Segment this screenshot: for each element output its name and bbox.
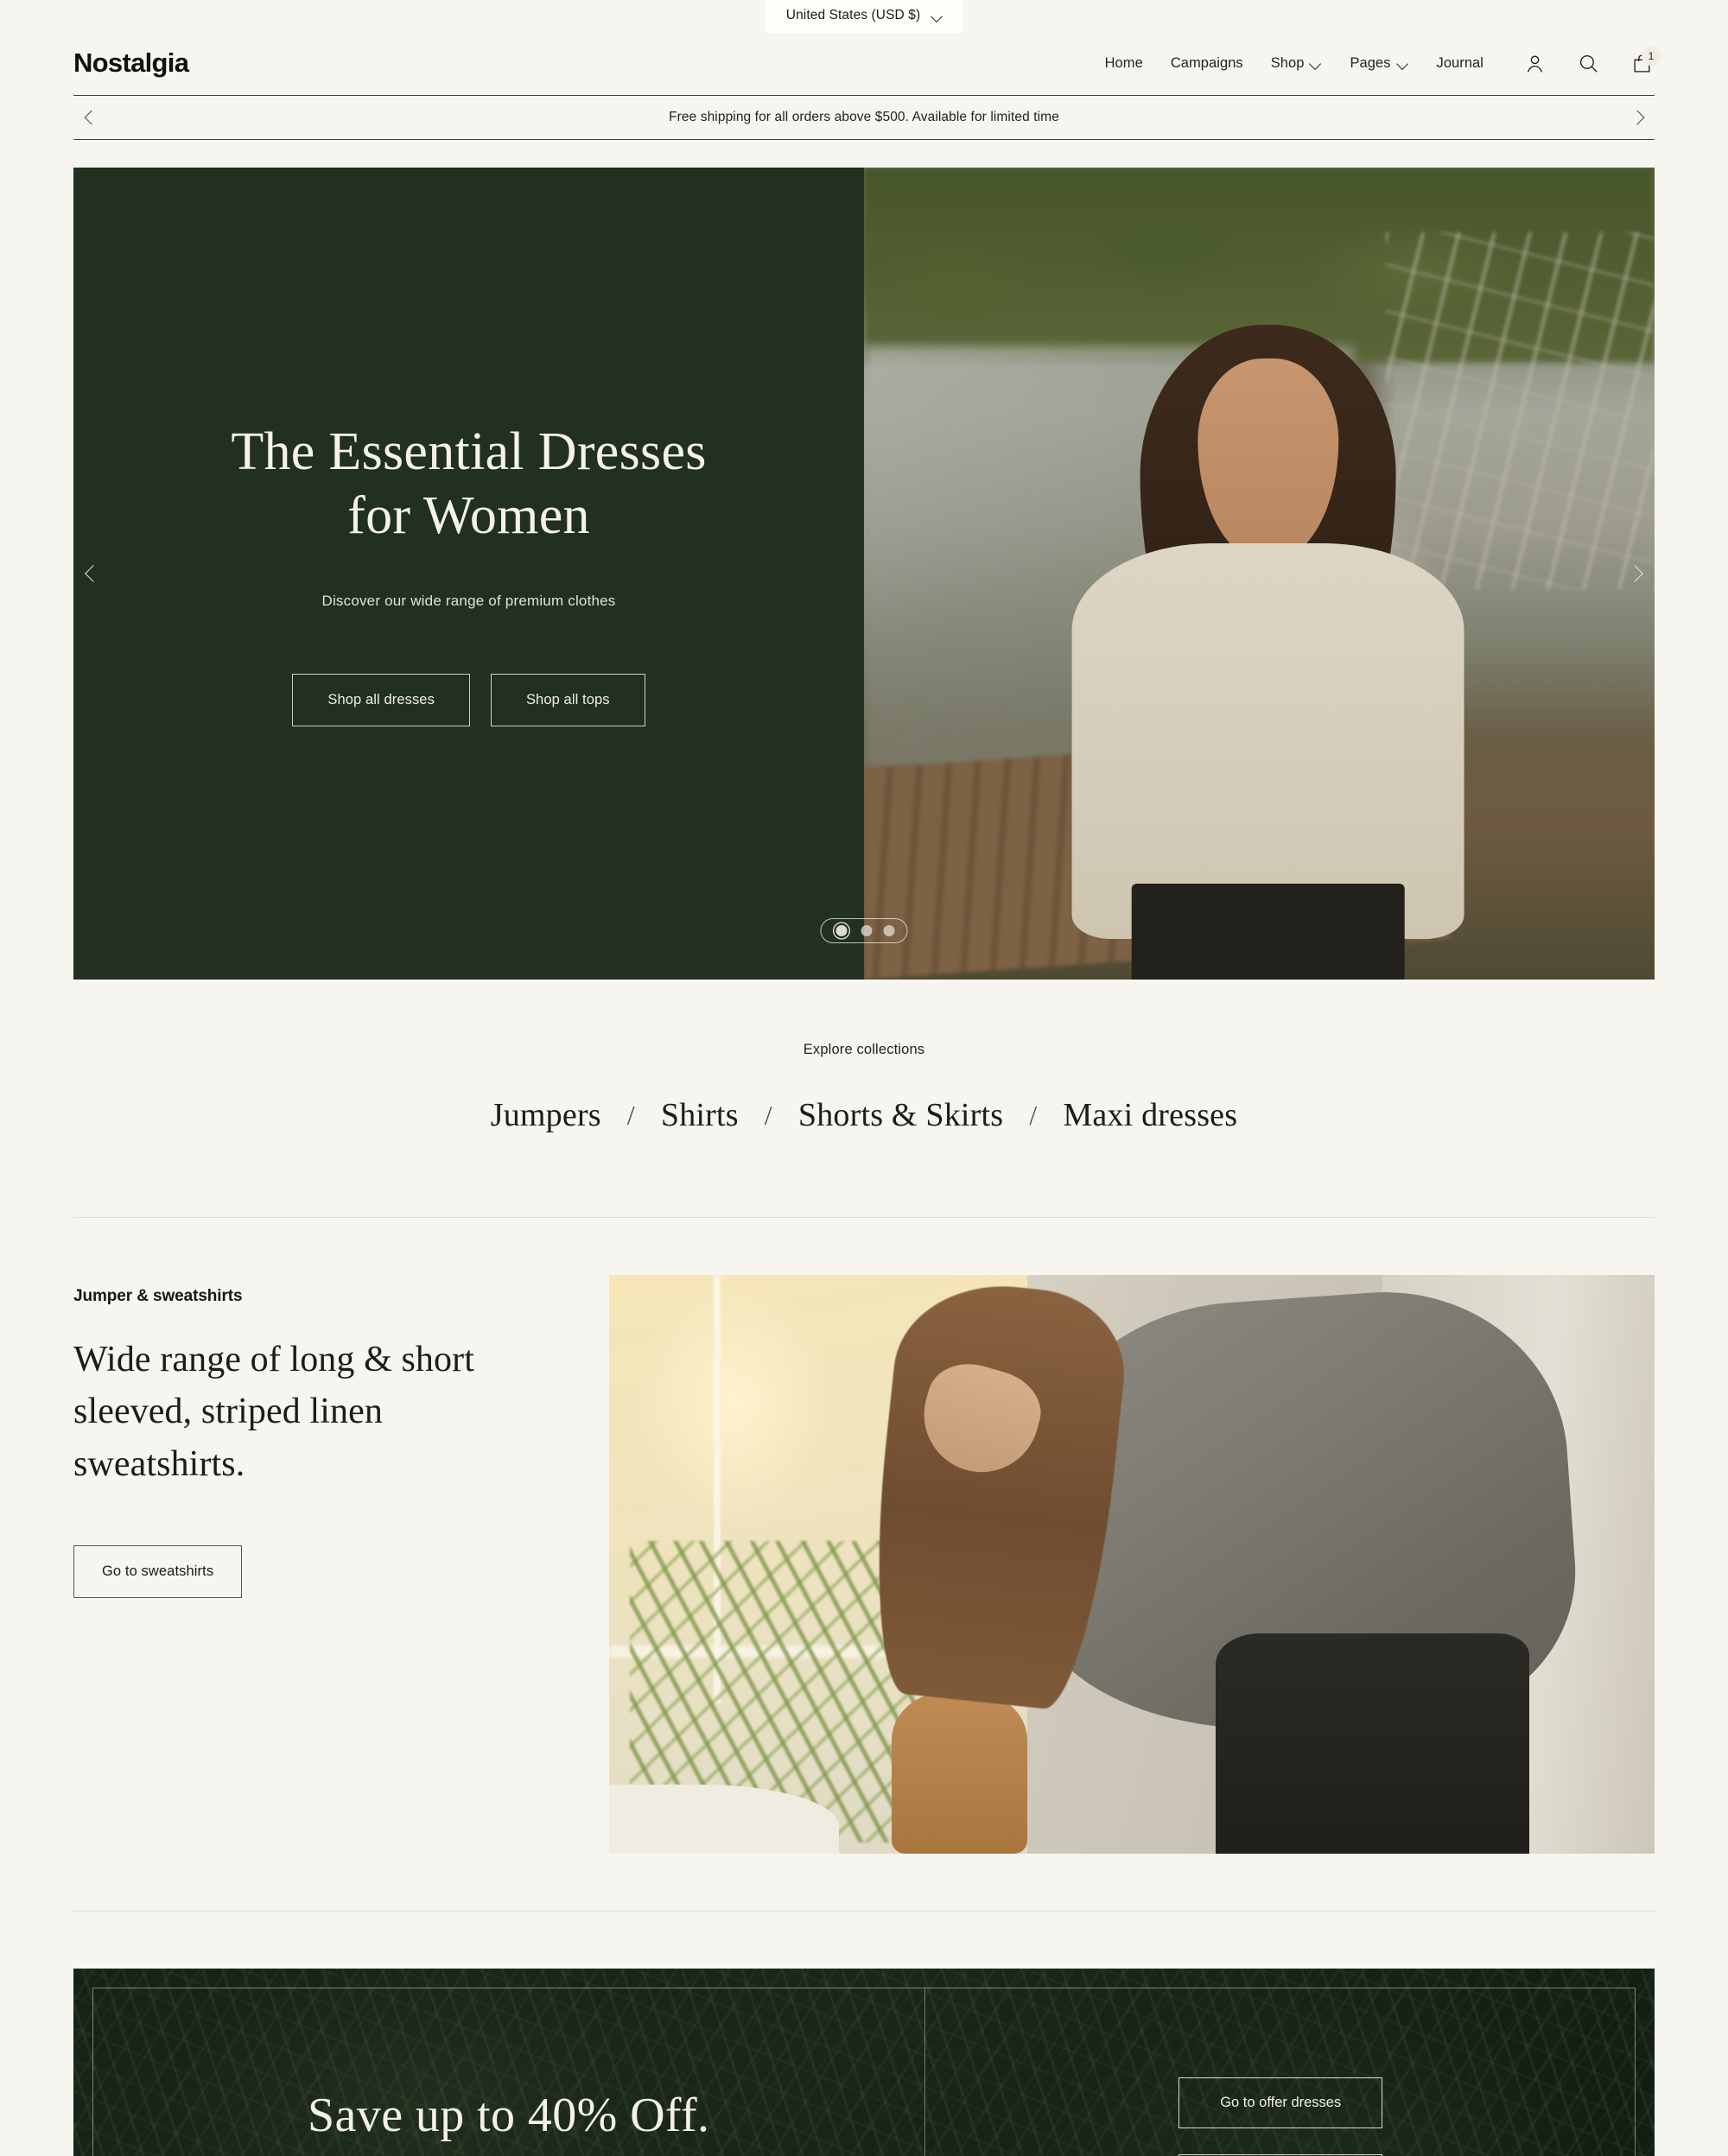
chevron-down-icon <box>932 12 943 19</box>
photo-chair <box>891 1691 1027 1854</box>
feature-photo-window-model <box>609 1275 1655 1854</box>
photo-model-trousers <box>1215 1633 1529 1854</box>
nav-label: Pages <box>1350 54 1391 71</box>
photo-model <box>1054 297 1481 980</box>
nav-label: Journal <box>1436 54 1483 71</box>
site-logo[interactable]: Nostalgia <box>73 48 189 79</box>
hero-prev-button[interactable] <box>80 562 103 585</box>
search-icon <box>1579 54 1598 73</box>
feature-heading: Wide range of long & short sleeved, stri… <box>73 1340 474 1484</box>
collection-separator: / <box>626 1099 635 1131</box>
nav-item-campaigns[interactable]: Campaigns <box>1171 55 1243 72</box>
announcement-next-button[interactable] <box>1629 108 1648 127</box>
nav-item-home[interactable]: Home <box>1105 55 1143 72</box>
hero-next-button[interactable] <box>1625 562 1648 585</box>
hero-title-line-1: The Essential Dresses <box>231 422 707 482</box>
offer-text-block: Save up to 40% Off. Upto 20% offer on sh… <box>92 1988 926 2156</box>
offer-banner: Save up to 40% Off. Upto 20% offer on sh… <box>73 1969 1655 2156</box>
hero-image <box>864 168 1655 980</box>
shop-all-tops-button[interactable]: Shop all tops <box>490 673 645 726</box>
feature-eyebrow: Jumper & sweatshirts <box>73 1287 243 1305</box>
explore-collections-label: Explore collections <box>803 1042 925 1057</box>
jumper-feature-section: Jumper & sweatshirts Wide range of long … <box>73 1218 1655 1854</box>
country-currency-selector[interactable]: United States (USD $) <box>765 0 963 33</box>
search-button[interactable] <box>1575 50 1601 76</box>
cart-button[interactable]: 1 <box>1629 47 1661 76</box>
homepage: United States (USD $) Nostalgia Home Cam… <box>0 0 1728 2156</box>
explore-collections-section: Explore collections Jumpers / Shirts / S… <box>0 1042 1728 1134</box>
header-icons: 1 <box>1522 47 1661 76</box>
hero-dot-2[interactable] <box>861 925 873 936</box>
feature-text-column: Jumper & sweatshirts Wide range of long … <box>73 1275 609 1854</box>
collection-link-jumpers[interactable]: Jumpers <box>491 1096 601 1134</box>
hero-photo-lake-model <box>864 168 1655 980</box>
photo-model-sweatshirt <box>1071 542 1464 939</box>
collection-link-shirts[interactable]: Shirts <box>661 1096 739 1134</box>
offer-title: Save up to 40% Off. <box>308 2089 710 2142</box>
nav-item-journal[interactable]: Journal <box>1437 55 1483 72</box>
hero-pagination-dots <box>820 918 908 943</box>
hero-title: The Essential Dresses for Women <box>231 421 706 547</box>
nav-label: Shop <box>1270 54 1305 71</box>
section-divider <box>73 1911 1655 1912</box>
nav-label: Home <box>1104 54 1143 71</box>
offer-buttons: Go to offer dresses Go to offer tops <box>925 2077 1636 2156</box>
hero-carousel: The Essential Dresses for Women Discover… <box>73 168 1655 980</box>
hero-buttons: Shop all dresses Shop all tops <box>292 673 645 726</box>
photo-model-trousers <box>1131 884 1405 980</box>
announcement-bar: Free shipping for all orders above $500.… <box>73 95 1655 140</box>
account-button[interactable] <box>1522 50 1547 76</box>
nav-item-shop[interactable]: Shop <box>1271 55 1323 72</box>
nav-item-pages[interactable]: Pages <box>1350 55 1408 72</box>
collection-links: Jumpers / Shirts / Shorts & Skirts / Max… <box>0 1096 1728 1134</box>
user-icon <box>1527 54 1542 73</box>
shop-all-dresses-button[interactable]: Shop all dresses <box>292 673 470 726</box>
chevron-down-icon <box>1398 60 1409 67</box>
hero-title-line-2: for Women <box>347 485 590 545</box>
nav-label: Campaigns <box>1170 54 1243 71</box>
announcement-text: Free shipping for all orders above $500.… <box>669 110 1059 124</box>
feature-image <box>609 1275 1655 1854</box>
hero-dot-3[interactable] <box>883 925 895 936</box>
hero-content-panel: The Essential Dresses for Women Discover… <box>73 168 864 980</box>
collection-link-shorts-skirts[interactable]: Shorts & Skirts <box>798 1096 1003 1134</box>
chevron-down-icon <box>1311 60 1322 67</box>
collection-separator: / <box>1029 1099 1038 1131</box>
go-to-offer-dresses-button[interactable]: Go to offer dresses <box>1178 2077 1383 2128</box>
go-to-sweatshirts-button[interactable]: Go to sweatshirts <box>73 1545 243 1599</box>
announcement-prev-button[interactable] <box>80 108 99 127</box>
locale-label: United States (USD $) <box>785 8 921 22</box>
hero-subtitle: Discover our wide range of premium cloth… <box>321 592 616 609</box>
offer-content: Save up to 40% Off. Upto 20% offer on sh… <box>92 1988 1636 2156</box>
locale-bar: United States (USD $) <box>0 0 1728 38</box>
collection-link-maxi-dresses[interactable]: Maxi dresses <box>1063 1096 1237 1134</box>
site-header: Nostalgia Home Campaigns Shop Pages Jour… <box>0 38 1728 88</box>
hero-dot-1[interactable] <box>835 925 848 936</box>
main-navigation: Home Campaigns Shop Pages Journal <box>1105 55 1483 72</box>
collection-separator: / <box>764 1099 772 1131</box>
header-right: Home Campaigns Shop Pages Journal 1 <box>1105 47 1661 76</box>
cart-count-badge: 1 <box>1642 47 1661 66</box>
